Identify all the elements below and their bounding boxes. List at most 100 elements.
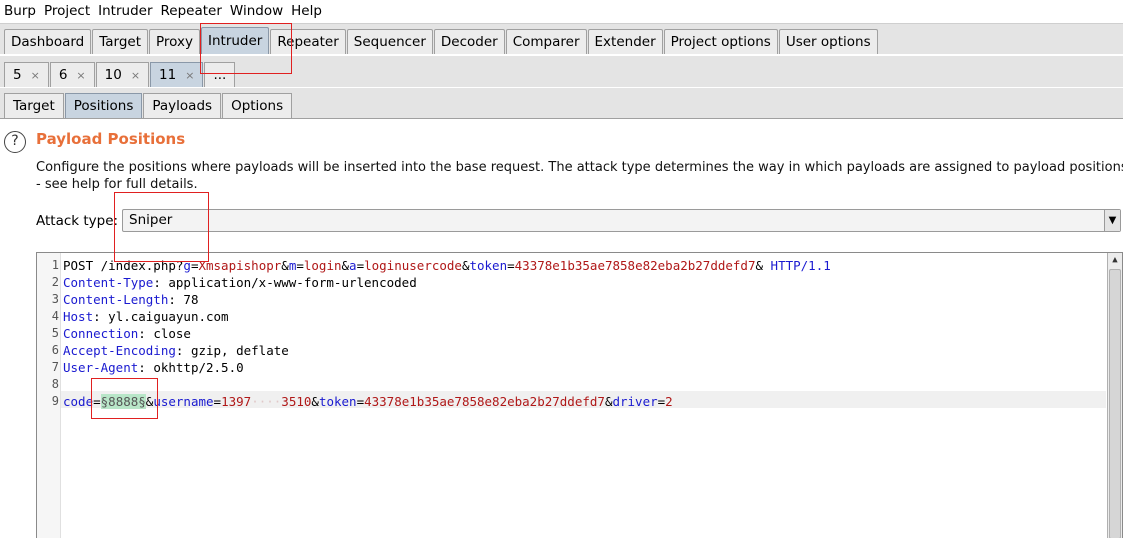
- positions-panel: ? Payload Positions Configure the positi…: [0, 118, 1123, 538]
- tab-extender[interactable]: Extender: [587, 29, 663, 54]
- header-value: application/x-www-form-urlencoded: [160, 275, 417, 290]
- menu-burp[interactable]: Burp: [0, 3, 40, 19]
- http-method: POST /: [63, 258, 109, 273]
- tab-dashboard[interactable]: Dashboard: [4, 29, 92, 54]
- param-value: 1397: [221, 394, 252, 409]
- header-value: okhttp/2.5.0: [145, 360, 244, 375]
- header-line: Accept-Encoding: gzip, deflate: [63, 342, 289, 359]
- param-value: loginusercode: [364, 258, 462, 273]
- main-tab-bar: Dashboard Target Proxy Intruder Repeater…: [0, 23, 1123, 54]
- param-value: 3510: [281, 394, 312, 409]
- header-value: yl.caiguayun.com: [100, 309, 229, 324]
- header-name: User-Agent: [63, 360, 139, 375]
- request-line: POST /index.php?g=Xmsapishopr&m=login&a=…: [63, 257, 831, 274]
- menu-window[interactable]: Window: [226, 3, 287, 19]
- param-name: token: [469, 258, 508, 273]
- attack-type-select[interactable]: Sniper ▼: [122, 209, 1121, 232]
- header-value: gzip, deflate: [183, 343, 289, 358]
- tab-repeater[interactable]: Repeater: [270, 29, 346, 54]
- vertical-scrollbar[interactable]: ▲: [1107, 253, 1122, 538]
- close-icon[interactable]: ×: [185, 69, 194, 82]
- tab-payloads[interactable]: Payloads: [143, 93, 222, 118]
- tab-comparer[interactable]: Comparer: [505, 29, 587, 54]
- line-number: 7: [51, 360, 59, 374]
- tab-decoder[interactable]: Decoder: [433, 29, 505, 54]
- ampersand: &: [311, 394, 319, 409]
- intruder-sub-tab-bar: Target Positions Payloads Options: [0, 88, 1123, 118]
- header-line: Connection: close: [63, 325, 191, 342]
- line-number: 4: [51, 309, 59, 323]
- attack-tab-5[interactable]: 5 ×: [4, 62, 49, 87]
- ampersand: &: [755, 258, 771, 273]
- header-name: Content-Length: [63, 292, 169, 307]
- colon: :: [153, 275, 161, 290]
- param-value: 43378e1b35ae7858e82eba2b27ddefd7: [514, 258, 756, 273]
- colon: :: [138, 326, 146, 341]
- line-number-gutter: 1 2 3 4 5 6 7 8 9: [37, 253, 61, 538]
- scroll-up-icon[interactable]: ▲: [1108, 253, 1122, 267]
- tab-intruder[interactable]: Intruder: [201, 27, 270, 54]
- equals: =: [356, 394, 365, 409]
- colon: :: [138, 360, 146, 375]
- new-attack-tab[interactable]: ...: [204, 62, 236, 87]
- equals: =: [356, 258, 365, 273]
- menu-project[interactable]: Project: [40, 3, 94, 19]
- tab-target-config[interactable]: Target: [4, 93, 64, 118]
- param-name: g: [183, 258, 191, 273]
- tab-project-options[interactable]: Project options: [663, 29, 778, 54]
- attack-tab-10[interactable]: 10 ×: [95, 62, 150, 87]
- menu-help[interactable]: Help: [287, 3, 326, 19]
- line-number: 9: [51, 394, 59, 408]
- attack-tab-label: 11: [159, 67, 177, 83]
- attack-tab-6[interactable]: 6 ×: [49, 62, 95, 87]
- close-icon[interactable]: ×: [31, 69, 40, 82]
- chevron-down-icon[interactable]: ▼: [1104, 210, 1120, 231]
- ampersand: &: [341, 258, 350, 273]
- param-name: driver: [612, 394, 658, 409]
- header-line: User-Agent: okhttp/2.5.0: [63, 359, 244, 376]
- param-name: username: [153, 394, 214, 409]
- description-line: Configure the positions where payloads w…: [36, 160, 1123, 175]
- param-value: 2: [665, 394, 673, 409]
- page-title: Payload Positions: [36, 130, 186, 148]
- attack-tab-11[interactable]: 11 ×: [150, 62, 204, 87]
- scrollbar-thumb[interactable]: [1109, 269, 1121, 538]
- menu-intruder[interactable]: Intruder: [94, 3, 156, 19]
- close-icon[interactable]: ×: [131, 69, 140, 82]
- equals: =: [93, 394, 101, 409]
- line-number: 5: [51, 326, 59, 340]
- colon: :: [93, 309, 101, 324]
- header-name: Connection: [63, 326, 139, 341]
- param-value: 43378e1b35ae7858e82eba2b27ddefd7: [364, 394, 605, 409]
- request-editor[interactable]: 1 2 3 4 5 6 7 8 9 POST /index.php?g = Xmsa…: [36, 252, 1123, 538]
- tab-user-options[interactable]: User options: [778, 29, 878, 54]
- tab-sequencer[interactable]: Sequencer: [346, 29, 433, 54]
- param-name: code: [63, 394, 94, 409]
- line-number: 1: [51, 258, 59, 272]
- header-name: Accept-Encoding: [63, 343, 176, 358]
- request-body: code=§8888§&username=1397····3510&token=…: [63, 393, 673, 410]
- payload-marker[interactable]: §8888§: [100, 394, 146, 409]
- header-value: 78: [175, 292, 199, 307]
- url-path: index.php?: [108, 258, 184, 273]
- line-number: 3: [51, 292, 59, 306]
- header-value: close: [145, 326, 191, 341]
- tab-positions[interactable]: Positions: [64, 93, 143, 118]
- line-number: 6: [51, 343, 59, 357]
- attack-tab-label: 5: [13, 67, 22, 83]
- menu-repeater[interactable]: Repeater: [157, 3, 226, 19]
- tab-options[interactable]: Options: [222, 93, 293, 118]
- tab-proxy[interactable]: Proxy: [149, 29, 200, 54]
- help-icon[interactable]: ?: [4, 131, 26, 153]
- redacted-text: ····: [251, 394, 282, 409]
- header-line: Host: yl.caiguayun.com: [63, 308, 229, 325]
- header-name: Content-Type: [63, 275, 154, 290]
- attack-tab-label: 6: [58, 67, 68, 83]
- tab-target[interactable]: Target: [92, 29, 149, 54]
- ampersand: &: [281, 258, 289, 273]
- panel-description: Configure the positions where payloads w…: [36, 159, 1123, 193]
- param-name: a: [349, 258, 357, 273]
- close-icon[interactable]: ×: [76, 69, 85, 82]
- attack-tab-bar: 5 × 6 × 10 × 11 × ...: [0, 56, 1123, 87]
- equals: =: [507, 258, 515, 273]
